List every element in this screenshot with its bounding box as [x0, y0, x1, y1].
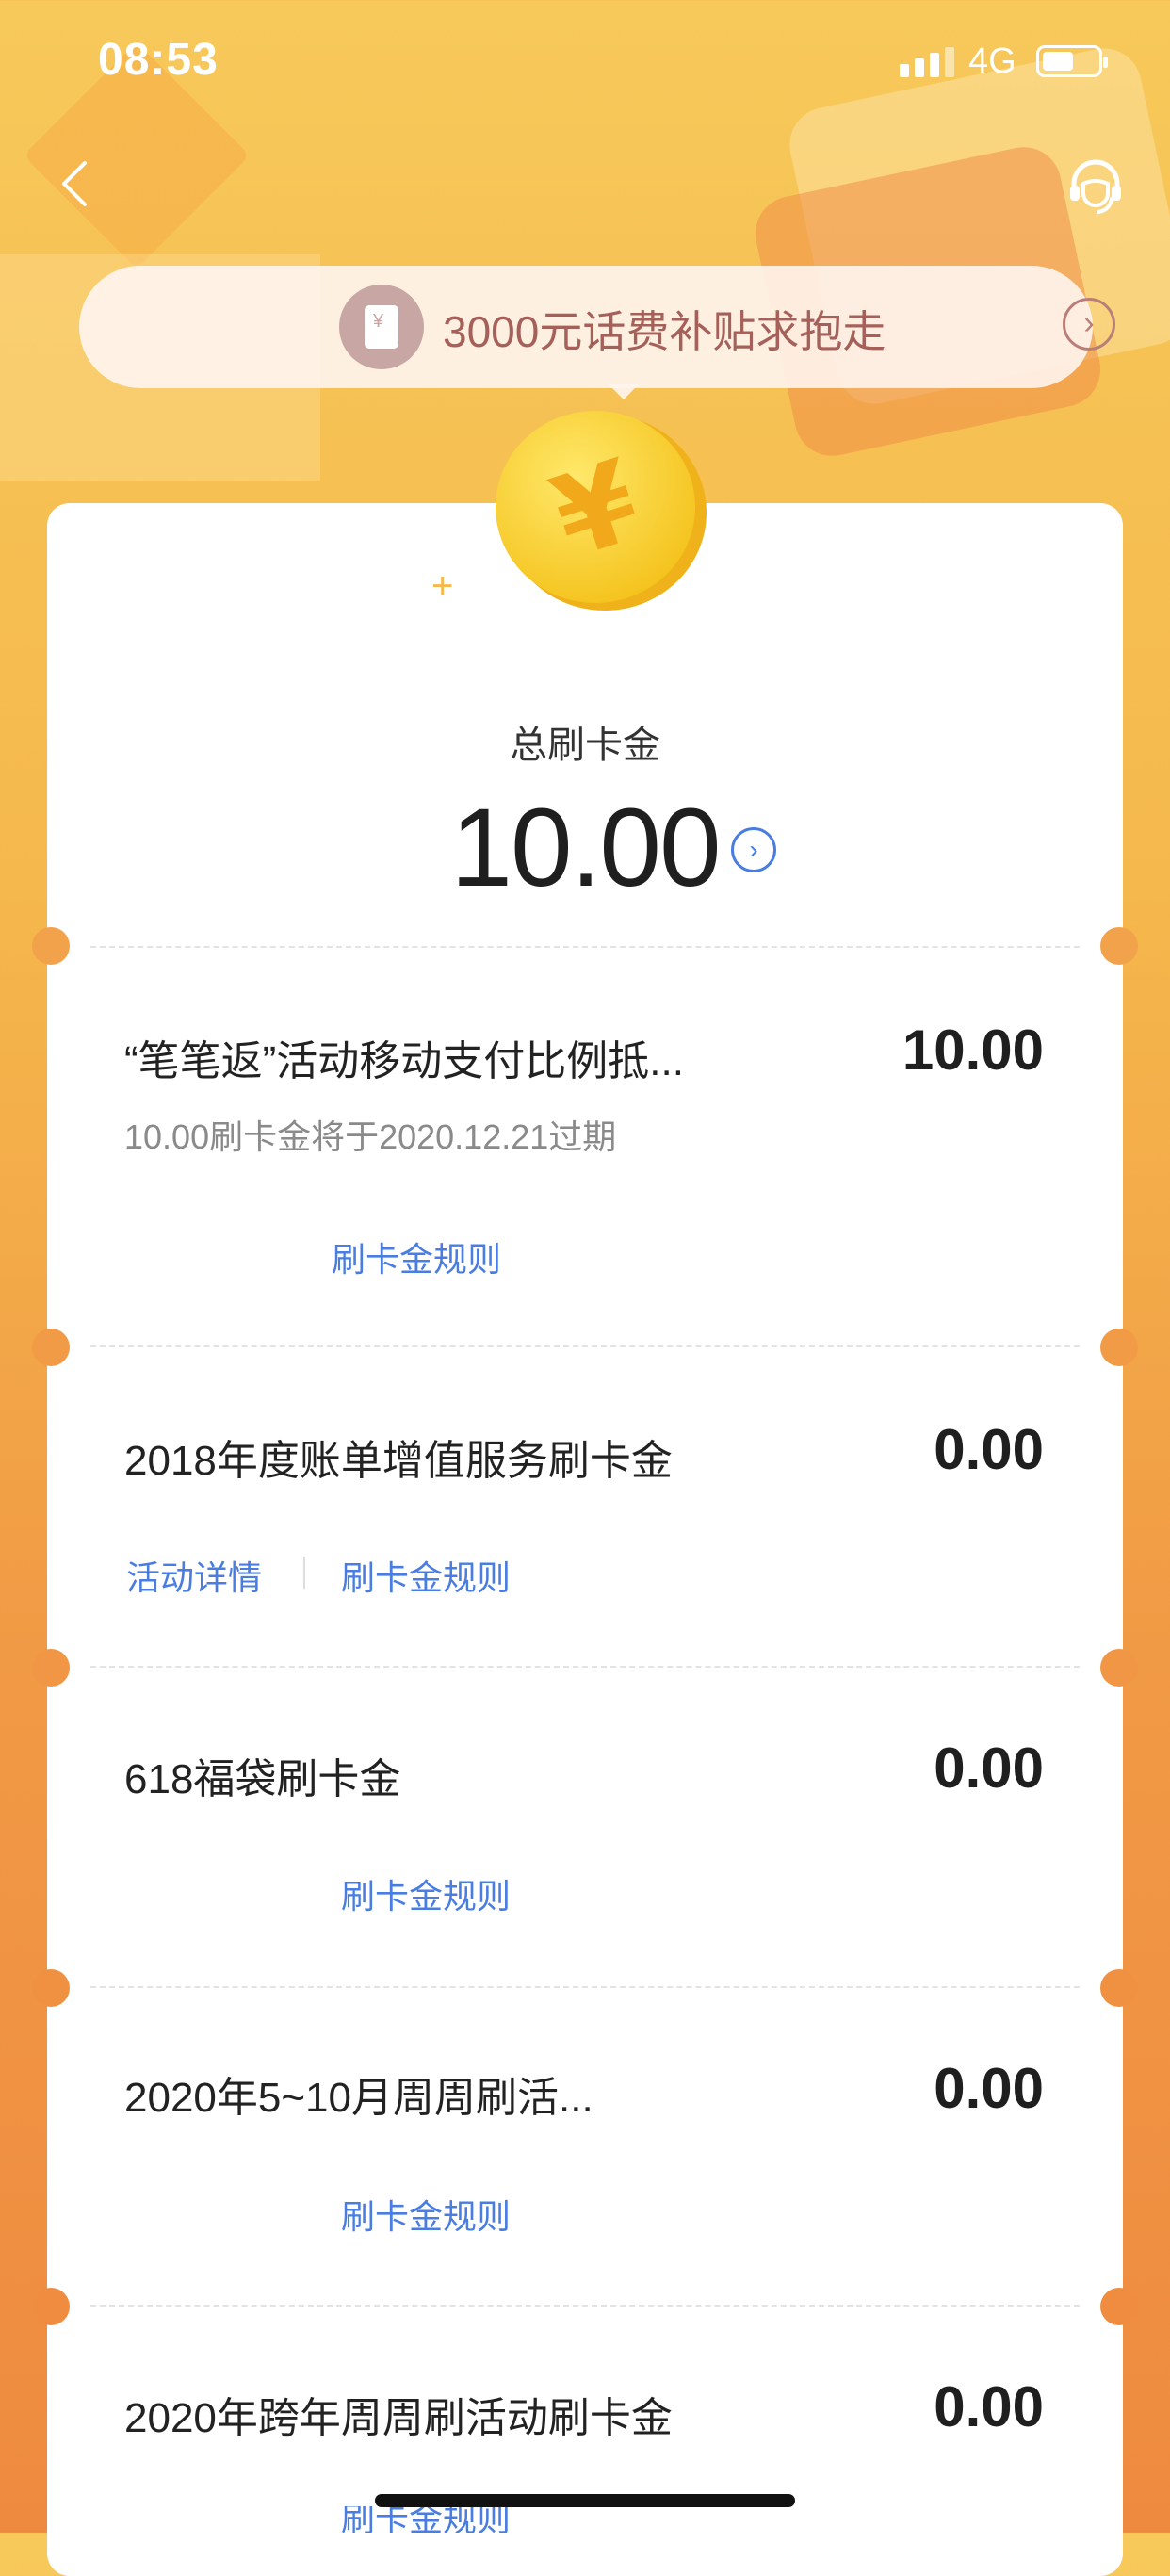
item-title: “笔笔返”活动移动支付比例抵...	[124, 1038, 684, 1084]
signal-icon	[900, 47, 954, 77]
ticket-notch	[1100, 1329, 1138, 1366]
ticket-notch	[32, 1329, 70, 1366]
rules-link[interactable]: 刷卡金规则	[341, 1551, 511, 1600]
item-amount: 0.00	[934, 1418, 1044, 1481]
item-title: 618福袋刷卡金	[124, 1756, 401, 1802]
item-amount: 0.00	[934, 1736, 1044, 1800]
coin-icon: ¥	[496, 411, 707, 611]
chevron-left-icon	[62, 161, 87, 206]
item-expiry: 10.00刷卡金将于2020.12.21过期	[124, 1117, 617, 1156]
dashed-divider	[90, 2305, 1080, 2307]
rules-link[interactable]: 刷卡金规则	[341, 2190, 511, 2239]
back-button[interactable]	[49, 155, 106, 212]
item-amount: 0.00	[934, 2375, 1044, 2438]
home-indicator[interactable]	[375, 2494, 795, 2507]
headset-icon	[1070, 159, 1121, 214]
total-label: 总刷卡金	[510, 725, 660, 766]
promo-banner-text: 3000元话费补贴求抱走	[443, 307, 886, 356]
item-title: 2020年5~10月周周刷活...	[124, 2075, 593, 2121]
ticket-notch	[32, 2288, 70, 2325]
ticket-notch	[1100, 1969, 1138, 2007]
network-type: 4G	[968, 41, 1016, 81]
activity-details-link[interactable]: 活动详情	[126, 1551, 262, 1600]
red-envelope-icon	[339, 285, 424, 369]
ticket-notch	[1100, 927, 1138, 965]
ticket-notch	[32, 1649, 70, 1687]
battery-icon	[1036, 45, 1108, 77]
ticket-notch	[32, 1969, 70, 2007]
item-amount: 0.00	[934, 2057, 1044, 2120]
total-amount: 10.00	[450, 786, 721, 910]
promo-banner[interactable]: 3000元话费补贴求抱走 ›	[79, 266, 1115, 399]
status-time: 08:53	[98, 35, 219, 85]
dashed-divider	[90, 946, 1080, 948]
ticket-notch	[1100, 1649, 1138, 1687]
ticket-notch	[32, 927, 70, 965]
sparkle-icon: +	[431, 565, 454, 607]
item-amount: 10.00	[902, 1019, 1044, 1082]
rules-link[interactable]: 刷卡金规则	[332, 1232, 501, 1281]
dashed-divider	[90, 1666, 1080, 1668]
customer-service-button[interactable]	[1064, 155, 1127, 218]
item-title: 2018年度账单增值服务刷卡金	[124, 1438, 673, 1484]
dashed-divider	[90, 1986, 1080, 1988]
rules-link[interactable]: 刷卡金规则	[341, 2506, 511, 2533]
item-title: 2020年跨年周周刷活动刷卡金	[124, 2395, 673, 2441]
ticket-notch	[1100, 2288, 1138, 2325]
status-bar: 08:53 4G	[0, 0, 1170, 122]
chevron-right-icon: ›	[1063, 298, 1115, 351]
rules-link[interactable]: 刷卡金规则	[341, 1869, 511, 1918]
total-detail-button[interactable]: ›	[731, 827, 776, 872]
link-divider	[303, 1557, 305, 1589]
dashed-divider	[90, 1345, 1080, 1347]
